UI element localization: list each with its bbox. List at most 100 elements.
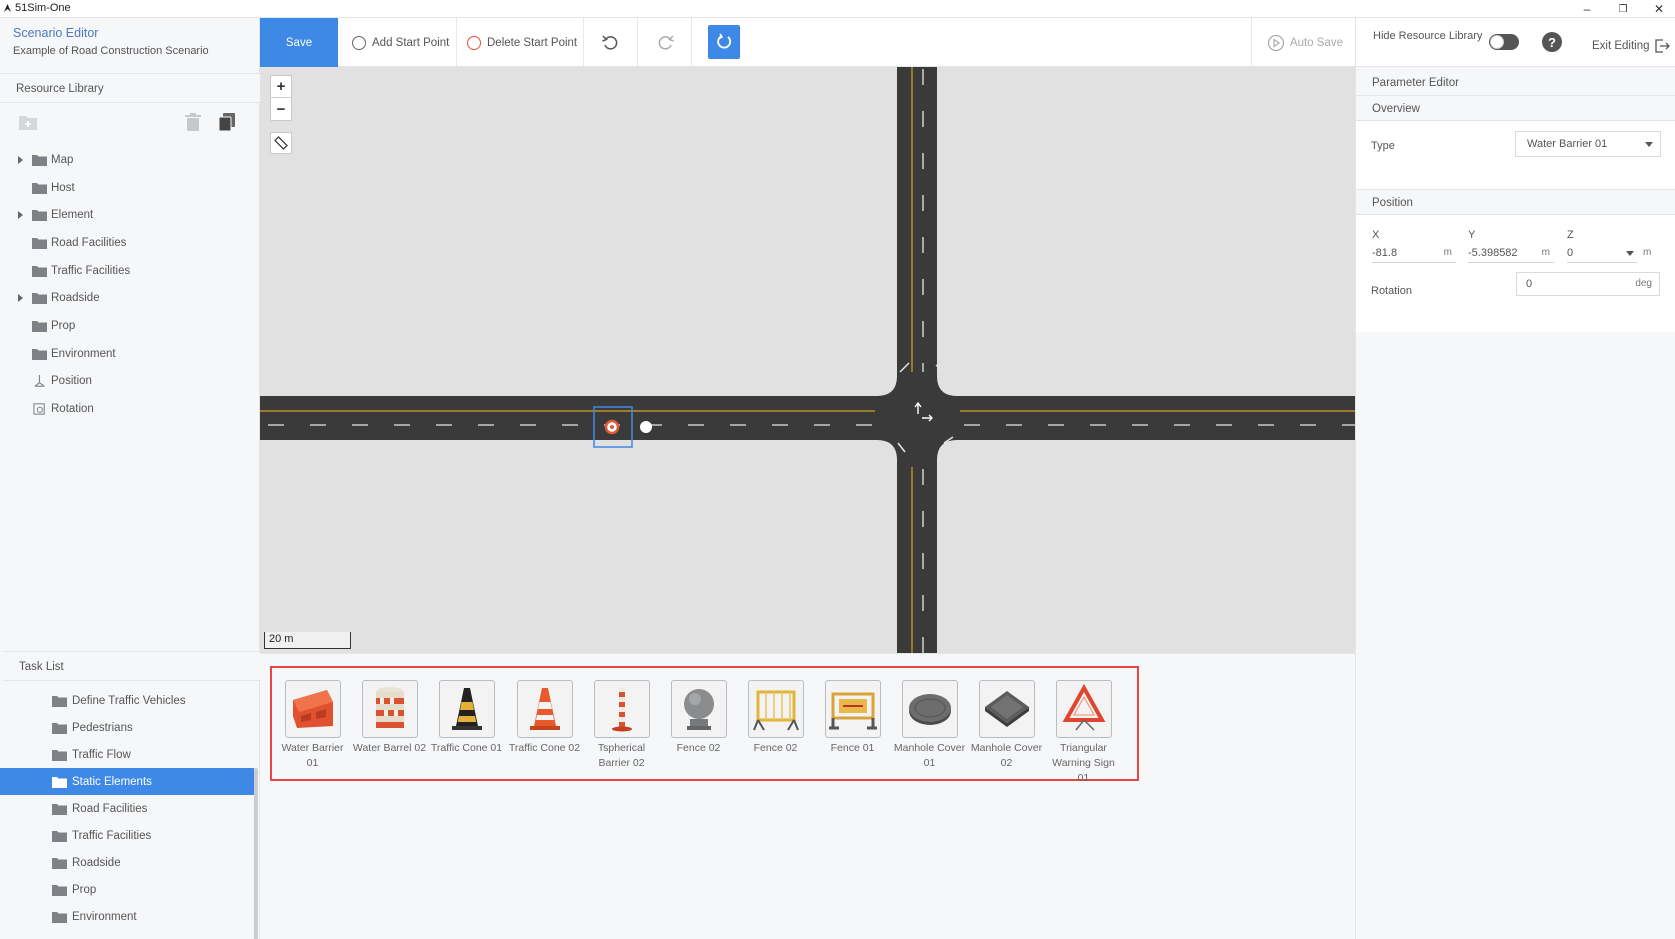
chevron-down-icon <box>1645 142 1653 147</box>
folder-icon <box>52 695 67 707</box>
scenario-name: Example of Road Construction Scenario <box>13 45 209 57</box>
task-item-environment[interactable]: Environment <box>0 903 254 930</box>
z-label: Z <box>1567 229 1574 241</box>
z-input[interactable]: 0 <box>1567 243 1637 263</box>
task-item-traffic-flow[interactable]: Traffic Flow <box>0 741 254 768</box>
chevron-down-icon[interactable] <box>1626 251 1634 256</box>
position-body: X Y Z -81.8 m -5.398582 m 0 m Rotation 0 de… <box>1356 215 1675 332</box>
resource-toolbar <box>0 104 260 140</box>
palette-item-triangular-warning-sign-01[interactable]: Triangular Warning Sign 01 <box>1046 680 1121 786</box>
task-list: Define Traffic Vehicles Pedestrians Traf… <box>0 687 254 930</box>
ruler-button[interactable] <box>270 132 292 154</box>
overview-section-header: Overview <box>1356 95 1675 121</box>
folder-icon <box>32 210 47 222</box>
tree-item-position[interactable]: Position <box>0 368 260 396</box>
tree-item-host[interactable]: Host <box>0 174 260 202</box>
map-canvas[interactable]: + − 20 m <box>260 67 1355 653</box>
title-bar: 51Sim-One – ❐ ✕ <box>0 0 1675 18</box>
undo-button[interactable] <box>601 18 621 67</box>
copy-icon[interactable] <box>217 112 237 132</box>
type-select[interactable]: Water Barrier 01 <box>1515 131 1661 157</box>
delete-icon[interactable] <box>183 112 203 132</box>
app-logo-icon <box>4 4 11 12</box>
task-item-traffic-facilities[interactable]: Traffic Facilities <box>0 822 254 849</box>
app-title: 51Sim-One <box>15 2 71 14</box>
zoom-in-button[interactable]: + <box>271 76 291 98</box>
palette-item-fence-01[interactable]: Fence 01 <box>815 680 890 756</box>
parameter-editor-panel: Parameter Editor Overview Type Water Bar… <box>1355 67 1675 939</box>
palette-item-manhole-cover-01[interactable]: Manhole Cover 01 <box>892 680 967 771</box>
folder-icon <box>52 722 67 734</box>
overview-body: Type Water Barrier 01 <box>1356 121 1675 189</box>
palette-item-water-barrel-02[interactable]: Water Barrel 02 <box>352 680 427 756</box>
task-item-pedestrians[interactable]: Pedestrians <box>0 714 254 741</box>
task-item-road-facilities[interactable]: Road Facilities <box>0 795 254 822</box>
tree-item-road-facilities[interactable]: Road Facilities <box>0 229 260 257</box>
palette-item-fence-02[interactable]: Fence 02 <box>738 680 813 756</box>
x-input[interactable]: -81.8 m <box>1372 243 1456 263</box>
redo-button[interactable] <box>655 18 675 67</box>
tree-item-element[interactable]: Element <box>0 201 260 229</box>
toggle-knob <box>1490 35 1504 49</box>
zoom-control: + − <box>270 75 292 121</box>
save-button[interactable]: Save <box>260 18 338 67</box>
task-list-scrollbar[interactable] <box>254 768 258 939</box>
spherical-barrier-icon <box>593 680 650 738</box>
palette-item-water-barrier-01[interactable]: Water Barrier 01 <box>275 680 350 771</box>
manhole-square-icon <box>978 680 1035 738</box>
close-button[interactable]: ✕ <box>1645 0 1673 18</box>
tree-item-prop[interactable]: Prop <box>0 312 260 340</box>
palette-item-manhole-cover-02[interactable]: Manhole Cover 02 <box>969 680 1044 771</box>
task-list-header: Task List <box>3 651 263 681</box>
z-unit: m <box>1643 247 1652 258</box>
road-network <box>260 67 1355 653</box>
palette-item-fence-02-ball[interactable]: Fence 02 <box>661 680 736 756</box>
folder-icon <box>32 320 47 332</box>
exit-editing-button[interactable]: Exit Editing <box>1592 38 1670 54</box>
task-item-roadside[interactable]: Roadside <box>0 849 254 876</box>
tree-item-traffic-facilities[interactable]: Traffic Facilities <box>0 257 260 285</box>
hide-library-label: Hide Resource Library <box>1373 30 1483 42</box>
help-icon[interactable]: ? <box>1542 32 1562 52</box>
fence-yellow-icon <box>747 680 804 738</box>
folder-icon <box>52 830 67 842</box>
tree-item-map[interactable]: Map <box>0 146 260 174</box>
water-barrier-icon <box>284 680 341 738</box>
refresh-button[interactable] <box>708 25 740 59</box>
delete-start-point-button[interactable]: Delete Start Point <box>467 18 577 67</box>
water-barrel-icon <box>361 680 418 738</box>
placed-element-marker[interactable] <box>640 421 652 433</box>
editor-title: Scenario Editor <box>13 26 99 40</box>
minimize-button[interactable]: – <box>1573 0 1601 18</box>
exit-icon <box>1654 39 1670 53</box>
tree-item-roadside[interactable]: Roadside <box>0 284 260 312</box>
hide-library-toggle[interactable] <box>1489 34 1519 50</box>
task-item-static-elements[interactable]: Static Elements <box>0 768 254 795</box>
add-start-point-button[interactable]: Add Start Point <box>352 18 449 67</box>
task-item-define-traffic-vehicles[interactable]: Define Traffic Vehicles <box>0 687 254 714</box>
toolbar-divider <box>637 18 638 67</box>
folder-icon <box>32 293 47 305</box>
tree-item-rotation[interactable]: Rotation <box>0 395 260 423</box>
folder-icon <box>52 776 67 788</box>
folder-icon <box>32 154 47 166</box>
expand-arrow-icon[interactable] <box>18 294 23 303</box>
y-input[interactable]: -5.398582 m <box>1468 243 1554 263</box>
restore-button[interactable]: ❐ <box>1609 0 1637 18</box>
expand-arrow-icon[interactable] <box>18 211 23 220</box>
palette-item-traffic-cone-01[interactable]: Traffic Cone 01 <box>429 680 504 756</box>
rotation-input[interactable]: 0 deg <box>1516 272 1660 296</box>
expand-arrow-icon[interactable] <box>18 155 23 164</box>
task-item-prop[interactable]: Prop <box>0 876 254 903</box>
zoom-out-button[interactable]: − <box>271 98 291 120</box>
palette-item-traffic-cone-02[interactable]: Traffic Cone 02 <box>507 680 582 756</box>
app-window: 51Sim-One – ❐ ✕ Scenario Editor Example … <box>0 0 1675 939</box>
resource-library-header: Resource Library <box>0 73 260 103</box>
new-folder-icon[interactable] <box>18 112 38 132</box>
tree-item-environment[interactable]: Environment <box>0 340 260 368</box>
palette-item-spherical-barrier-02[interactable]: Tspherical Barrier 02 <box>584 680 659 771</box>
manhole-round-icon <box>901 680 958 738</box>
auto-save-button[interactable]: Auto Save <box>1267 18 1343 67</box>
redo-icon <box>658 34 674 50</box>
y-label: Y <box>1468 229 1476 241</box>
